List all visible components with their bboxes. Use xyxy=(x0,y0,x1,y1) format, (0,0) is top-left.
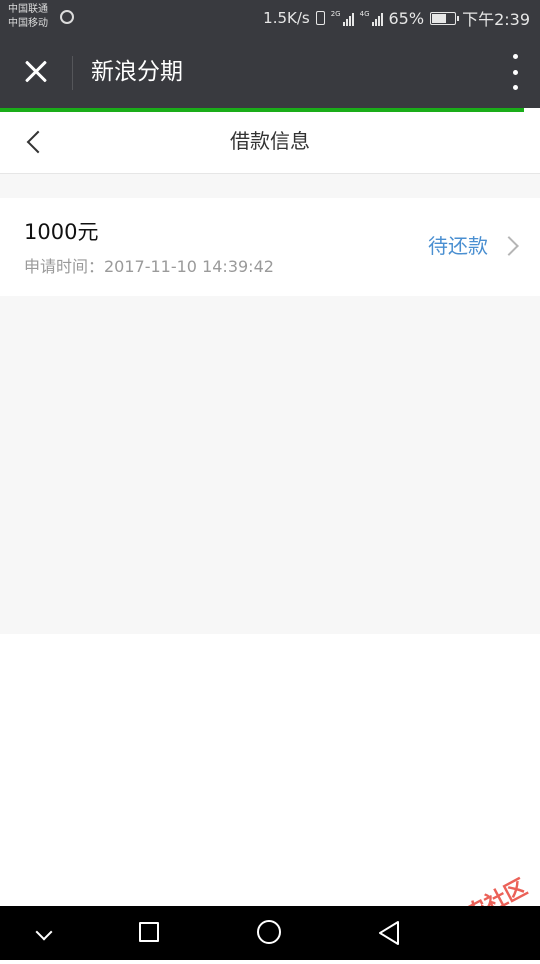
signal-icon-1: 2G xyxy=(331,10,354,26)
app-title: 新浪分期 xyxy=(91,59,183,85)
battery-percent: 65% xyxy=(388,8,425,28)
header-divider xyxy=(72,56,73,90)
triangle-back-icon[interactable] xyxy=(350,906,430,960)
carrier-info: 中国联通 中国移动 xyxy=(8,3,48,31)
square-icon[interactable] xyxy=(110,906,190,960)
chevron-right-icon xyxy=(499,236,519,256)
app-header: 新浪分期 xyxy=(0,36,540,108)
battery-fill xyxy=(432,13,446,23)
net-speed: 1.5K/s xyxy=(263,9,310,27)
signal-1-label: 2G xyxy=(330,10,341,18)
clock: 下午2:39 xyxy=(462,10,530,29)
loan-list-item[interactable]: 1000元 申请时间：2017-11-10 14:39:42 待还款 xyxy=(0,198,540,296)
loan-amount: 1000元 xyxy=(24,220,99,244)
page-title: 借款信息 xyxy=(230,129,310,153)
close-icon[interactable] xyxy=(14,50,58,94)
system-nav-bar xyxy=(0,906,540,960)
carrier-2: 中国移动 xyxy=(8,18,48,29)
battery-icon xyxy=(430,11,460,25)
status-bar: 中国联通 中国移动 1.5K/s 2G 4G 65% 下午2:39 xyxy=(0,0,540,36)
signal-2-label: 4G xyxy=(359,10,370,18)
signal-icon-2: 4G xyxy=(360,10,383,26)
vibrate-icon xyxy=(315,11,325,25)
chevron-down-icon[interactable] xyxy=(4,906,84,960)
carrier-1: 中国联通 xyxy=(8,4,48,15)
page-header: 借款信息 xyxy=(0,112,540,174)
loan-status: 待还款 xyxy=(428,234,488,258)
loan-apply-time: 申请时间：2017-11-10 14:39:42 xyxy=(24,257,274,276)
hotspot-icon xyxy=(60,10,74,24)
status-indicators: 1.5K/s 2G 4G 65% 下午2:39 xyxy=(263,6,530,30)
circle-icon[interactable] xyxy=(230,906,310,960)
more-vertical-icon[interactable] xyxy=(510,54,520,90)
